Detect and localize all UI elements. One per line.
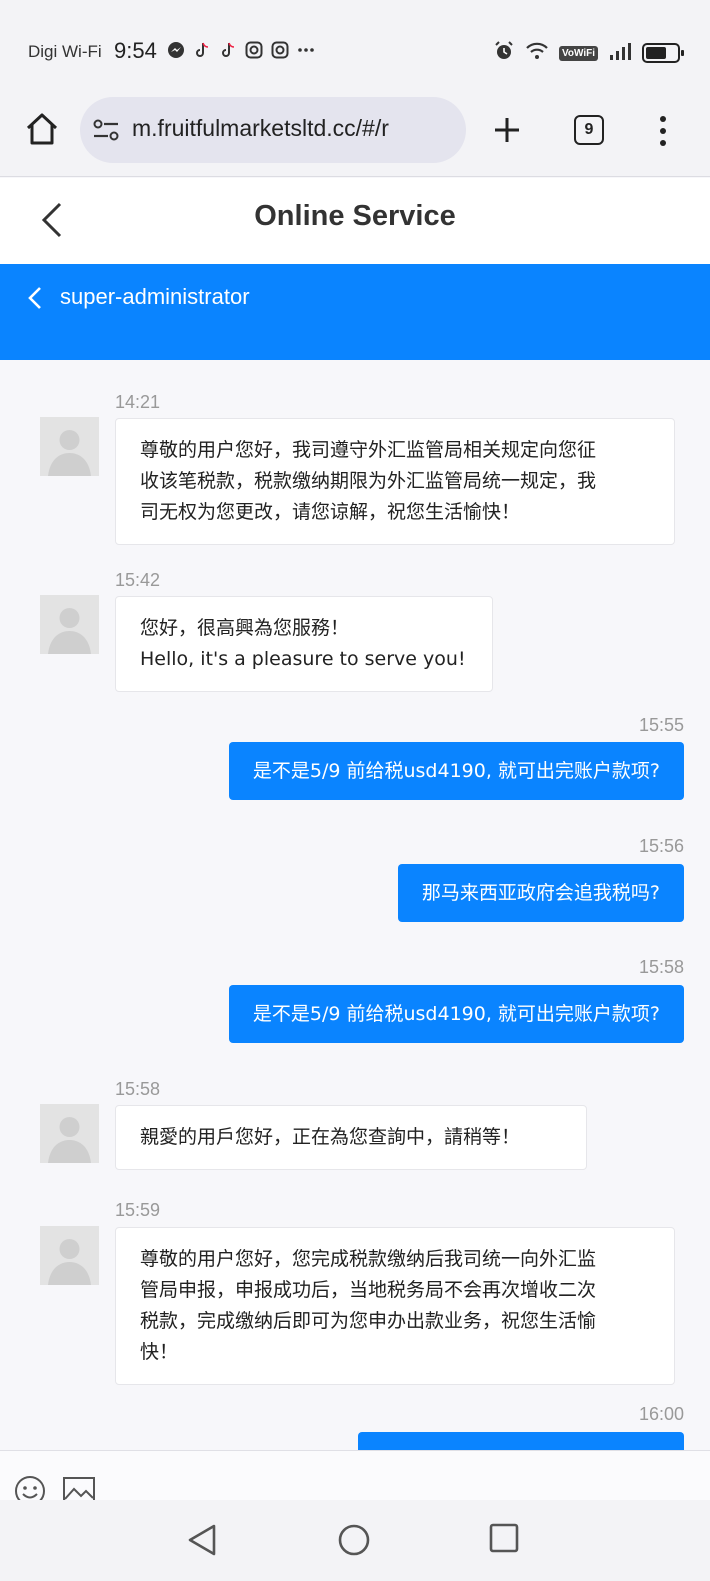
message-bubble-incoming: 親愛的用戶您好，正在為您查詢中，請稍等！ [115, 1105, 587, 1170]
avatar [40, 1226, 99, 1285]
tab-switcher-button[interactable]: 9 [574, 115, 604, 145]
message-line: 税款，完成缴纳后即可为您申办出款业务，祝您生活愉 [140, 1310, 597, 1332]
message-line: 尊敬的用户您好，我司遵守外汇监管局相关规定向您征 [140, 439, 597, 461]
carrier-label: Digi Wi-Fi [28, 42, 102, 61]
message-bubble-outgoing: 是不是5/9 前给税usd4190, 就可出完账户款项? [228, 985, 684, 1043]
battery-icon [642, 43, 684, 63]
message-bubble-outgoing [358, 1432, 684, 1450]
message-timestamp: 15:42 [115, 570, 161, 590]
message-line: 親愛的用戶您好，正在為您查詢中，請稍等！ [140, 1126, 521, 1148]
message-bubble-outgoing: 是不是5/9 前给税usd4190, 就可出完账户款项? [228, 742, 684, 800]
message-bubble-outgoing: 那马来西亚政府会追我税吗? [397, 864, 684, 922]
url-text[interactable]: m.fruitfulmarketsltd.cc/#/r [132, 115, 389, 142]
notification-icons [166, 40, 316, 60]
avatar [40, 417, 99, 476]
nav-home-icon[interactable] [336, 1522, 372, 1558]
message-timestamp: 15:58 [638, 957, 684, 977]
avatar [40, 595, 99, 654]
chat-input-toolbar [0, 1450, 710, 1506]
chat-area[interactable]: 14:21 尊敬的用户您好，我司遵守外汇监管局相关规定向您征 收该笔税款，税款缴… [0, 360, 710, 1450]
message-bubble-incoming: 尊敬的用户您好，我司遵守外汇监管局相关规定向您征 收该笔税款，税款缴纳期限为外汇… [115, 418, 675, 545]
more-menu-icon[interactable] [656, 113, 670, 149]
message-line: 快！ [140, 1341, 179, 1363]
new-tab-icon[interactable] [490, 113, 524, 147]
tiktok-icon [218, 40, 238, 60]
message-line: 尊敬的用户您好，您完成税款缴纳后我司统一向外汇监 [140, 1248, 597, 1270]
home-icon[interactable] [22, 109, 62, 149]
page-title: Online Service [254, 200, 456, 232]
system-icons: VoWiFi [493, 40, 684, 66]
message-line: Hello, it's a pleasure to serve you! [140, 648, 466, 670]
message-timestamp: 15:56 [638, 836, 684, 856]
message-timestamp: 15:55 [638, 715, 684, 735]
site-settings-icon[interactable] [92, 117, 120, 143]
vowifi-badge: VoWiFi [558, 45, 598, 61]
message-timestamp: 15:59 [115, 1200, 161, 1220]
status-bar: Digi Wi-Fi 9:54 VoWiFi [0, 0, 710, 95]
signal-icon [608, 41, 632, 65]
instagram-icon [270, 40, 290, 60]
instagram-icon [244, 40, 264, 60]
nav-recents-icon[interactable] [488, 1522, 520, 1554]
nav-back-icon[interactable] [186, 1522, 220, 1558]
tiktok-icon [192, 40, 212, 60]
chevron-left-icon[interactable] [26, 284, 44, 312]
address-bar[interactable]: m.fruitfulmarketsltd.cc/#/r [80, 97, 466, 163]
agent-name: super-administrator [60, 284, 250, 309]
avatar [40, 1104, 99, 1163]
message-line: 管局申报，申报成功后，当地税务局不会再次增收二次 [140, 1279, 597, 1301]
clock: 9:54 [114, 38, 157, 63]
message-line: 司无权为您更改，请您谅解，祝您生活愉快！ [140, 501, 521, 523]
screen: Digi Wi-Fi 9:54 VoWiFi m.fruitfulmarkets… [0, 0, 710, 1581]
message-timestamp: 14:21 [115, 392, 161, 412]
messenger-icon [166, 40, 186, 60]
system-nav-bar [0, 1500, 710, 1581]
wifi-icon [525, 41, 549, 65]
message-line: 您好，很高興為您服務！ [140, 617, 350, 639]
browser-toolbar: m.fruitfulmarketsltd.cc/#/r 9 [0, 95, 710, 177]
message-line: 收该笔税款，税款缴纳期限为外汇监管局统一规定，我 [140, 470, 597, 492]
message-bubble-incoming: 您好，很高興為您服務！ Hello, it's a pleasure to se… [115, 596, 493, 692]
agent-bar: super-administrator [0, 264, 710, 360]
alarm-icon [493, 40, 515, 66]
message-timestamp: 15:58 [115, 1079, 161, 1099]
message-bubble-incoming: 尊敬的用户您好，您完成税款缴纳后我司统一向外汇监 管局申报，申报成功后，当地税务… [115, 1227, 675, 1385]
message-timestamp: 16:00 [638, 1404, 684, 1424]
more-dots-icon [296, 40, 316, 60]
page-header: Online Service [0, 178, 710, 264]
